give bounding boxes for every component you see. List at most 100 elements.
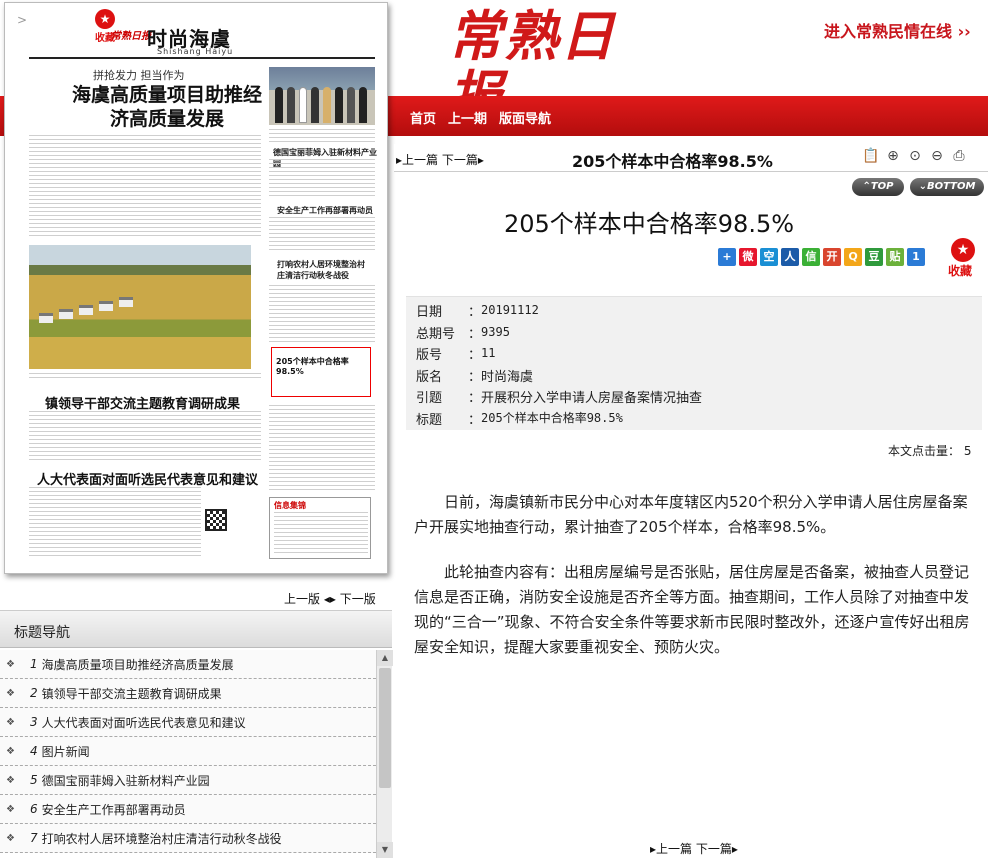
masthead-logo[interactable]: 常熟日报 — [448, 6, 648, 126]
meta-key: 总期号 — [416, 326, 456, 342]
page-rule — [29, 57, 375, 59]
douban-icon[interactable]: 豆 — [865, 248, 883, 266]
toc-item-num: 1 — [30, 657, 38, 671]
toc-item[interactable]: ❖ 2 镇领导干部交流主题教育调研成果 — [0, 679, 376, 708]
article-1-kicker[interactable]: 拼抢发力 担当作为 — [93, 67, 185, 83]
renren-icon[interactable]: 人 — [781, 248, 799, 266]
qq-space-icon[interactable]: Q — [844, 248, 862, 266]
bottom-prev-article-link[interactable]: 上一篇 — [656, 842, 692, 856]
house-icon — [119, 297, 133, 307]
toc-item[interactable]: ❖ 7 打响农村人居环境整治村庄清洁行动秋冬战役 — [0, 824, 376, 853]
toc-item[interactable]: ❖ 1 海虞高质量项目助推经济高质量发展 — [0, 650, 376, 679]
zoom-reset-icon[interactable]: ⊙ — [906, 147, 924, 165]
prev-article-link[interactable]: 上一篇 — [402, 153, 438, 167]
photo-caption — [29, 373, 261, 381]
scroll-down-arrow-icon[interactable]: ▼ — [377, 842, 393, 858]
toc-item-text[interactable]: 人大代表面对面听选民代表意见和建议 — [42, 714, 246, 731]
article-3-headline[interactable]: 人大代表面对面听选民代表意见和建议 — [37, 469, 258, 488]
toc-item[interactable]: ❖ 4 图片新闻 — [0, 737, 376, 766]
nav-home[interactable]: 首页 — [410, 108, 436, 127]
zoom-in-icon[interactable]: ⊕ — [884, 147, 902, 165]
toc-item-num: 4 — [30, 744, 38, 758]
toc-item[interactable]: ❖ 5 德国宝丽菲姆入驻新材料产业园 — [0, 766, 376, 795]
article-6-headline[interactable]: 安全生产工作再部署再动员 — [277, 205, 373, 216]
field-photo[interactable] — [29, 245, 251, 369]
page-pinyin: Shishang Haiyu — [157, 47, 234, 56]
house-icon — [99, 301, 113, 311]
toc-title: 标题导航 — [14, 625, 70, 641]
share-more-icon[interactable]: + — [718, 248, 736, 266]
person-figure — [347, 87, 355, 123]
toc-list: ❖ 1 海虞高质量项目助推经济高质量发展 ❖ 2 镇领导干部交流主题教育调研成果 ❖ 3 人… — [0, 650, 376, 858]
article-1-headline[interactable]: 海虞高质量项目助推经济高质量发展 — [67, 83, 267, 131]
info-box[interactable]: 信息集锦 — [269, 497, 371, 559]
meta-value: 20191112 — [481, 303, 539, 317]
toc-title-bar: 标题导航 — [0, 610, 392, 648]
meta-key: 标题 — [416, 412, 443, 428]
wechat-icon[interactable]: 信 — [802, 248, 820, 266]
toc-item-text[interactable]: 德国宝丽菲姆入驻新材料产业园 — [42, 772, 210, 789]
jump-top-label: TOP — [870, 181, 894, 192]
star-icon: ★ — [951, 238, 975, 262]
article-3-text[interactable] — [29, 487, 201, 559]
meta-row: 总期号： 9395 — [416, 323, 972, 345]
article-2-headline[interactable]: 镇领导干部交流主题教育调研成果 — [45, 393, 240, 412]
kaixin-icon[interactable]: 开 — [823, 248, 841, 266]
chevron-up-icon: ⌃ — [862, 181, 871, 192]
prev-page-link[interactable]: 上一版 — [284, 592, 320, 606]
notes-icon[interactable]: 📋 — [862, 147, 880, 165]
toc-item-num: 3 — [30, 715, 38, 729]
next-page-link[interactable]: 下一版 — [340, 592, 376, 606]
counter-icon[interactable]: 1 — [907, 248, 925, 266]
minqing-online-link[interactable]: 进入常熟民情在线 ›› — [824, 18, 971, 42]
bottom-next-article-link[interactable]: 下一篇 — [696, 842, 732, 856]
star-icon[interactable]: ★ — [95, 9, 115, 29]
article-1-text[interactable] — [29, 135, 261, 239]
nav-page-navigation[interactable]: 版面导航 — [499, 108, 551, 127]
qzone-icon[interactable]: 空 — [760, 248, 778, 266]
house-icon — [79, 305, 93, 315]
nav-prev-issue[interactable]: 上一期 — [448, 108, 487, 127]
share-buttons: + 微 空 人 信 开 Q 豆 贴 1 — [718, 248, 925, 266]
weibo-icon[interactable]: 微 — [739, 248, 757, 266]
person-figure — [287, 87, 295, 123]
toc-item-text[interactable]: 打响农村人居环境整治村庄清洁行动秋冬战役 — [42, 830, 282, 847]
article-7-text[interactable] — [269, 285, 375, 343]
article-fav-label: 收藏 — [948, 264, 973, 278]
toc-item-text[interactable]: 安全生产工作再部署再动员 — [42, 801, 186, 818]
article-2-text[interactable] — [29, 411, 261, 461]
scroll-up-arrow-icon[interactable]: ▲ — [377, 650, 393, 666]
corner-arrow-icon[interactable]: > — [17, 13, 27, 27]
toc-item-text[interactable]: 海虞高质量项目助推经济高质量发展 — [42, 656, 234, 673]
tieba-icon[interactable]: 贴 — [886, 248, 904, 266]
toc-item[interactable]: ❖ 6 安全生产工作再部署再动员 — [0, 795, 376, 824]
toc-item[interactable]: ❖ 3 人大代表面对面听选民代表意见和建议 — [0, 708, 376, 737]
jump-top-button[interactable]: ⌃TOP — [852, 178, 904, 196]
person-figure — [311, 87, 319, 123]
toc-scrollbar[interactable]: ▲ ▼ — [376, 650, 393, 858]
print-icon[interactable]: ⎙ — [950, 147, 968, 165]
toc-item-text[interactable]: 图片新闻 — [42, 743, 90, 760]
scroll-thumb[interactable] — [379, 668, 391, 788]
newspaper-page-thumbnail[interactable]: > ★ 收藏 常熟日报 时尚海虞 Shishang Haiyu 拼抢发力 担当作… — [4, 2, 388, 574]
article-paragraph-1: 日前，海虞镇新市民分中心对本年度辖区内520个积分入学申请人居住房屋备案户开展实… — [414, 493, 968, 536]
jump-bottom-button[interactable]: ⌄BOTTOM — [910, 178, 984, 196]
article-8-text[interactable] — [269, 405, 375, 491]
pager-arrows-icon: ◂▸ — [323, 592, 336, 606]
toolbar-article-title: 205个样本中合格率98.5% — [572, 152, 773, 171]
meta-key: 版名 — [416, 369, 443, 385]
person-figure — [323, 87, 331, 123]
article-title: 205个样本中合格率98.5% — [503, 210, 795, 238]
info-box-title: 信息集锦 — [274, 501, 306, 510]
toc-item-text[interactable]: 镇领导干部交流主题教育调研成果 — [42, 685, 222, 702]
zoom-out-icon[interactable]: ⊖ — [928, 147, 946, 165]
article-5-text[interactable] — [269, 159, 375, 199]
article-7-headline[interactable]: 打响农村人居环境整治村庄清洁行动秋冬战役 — [277, 259, 367, 281]
current-article-highlight[interactable]: 205个样本中合格率98.5% — [271, 347, 371, 397]
article-6-text[interactable] — [269, 217, 375, 253]
app: 常熟日报 进入常熟民情在线 ›› 首页 上一期 版面导航 > ★ 收藏 常熟日报… — [0, 0, 988, 868]
article-fav[interactable]: ★ 收藏 — [948, 238, 975, 279]
bottom-article-nav: ▸上一篇 下一篇▸ — [650, 840, 738, 857]
group-photo[interactable] — [269, 67, 375, 125]
next-article-link[interactable]: 下一篇 — [442, 153, 478, 167]
